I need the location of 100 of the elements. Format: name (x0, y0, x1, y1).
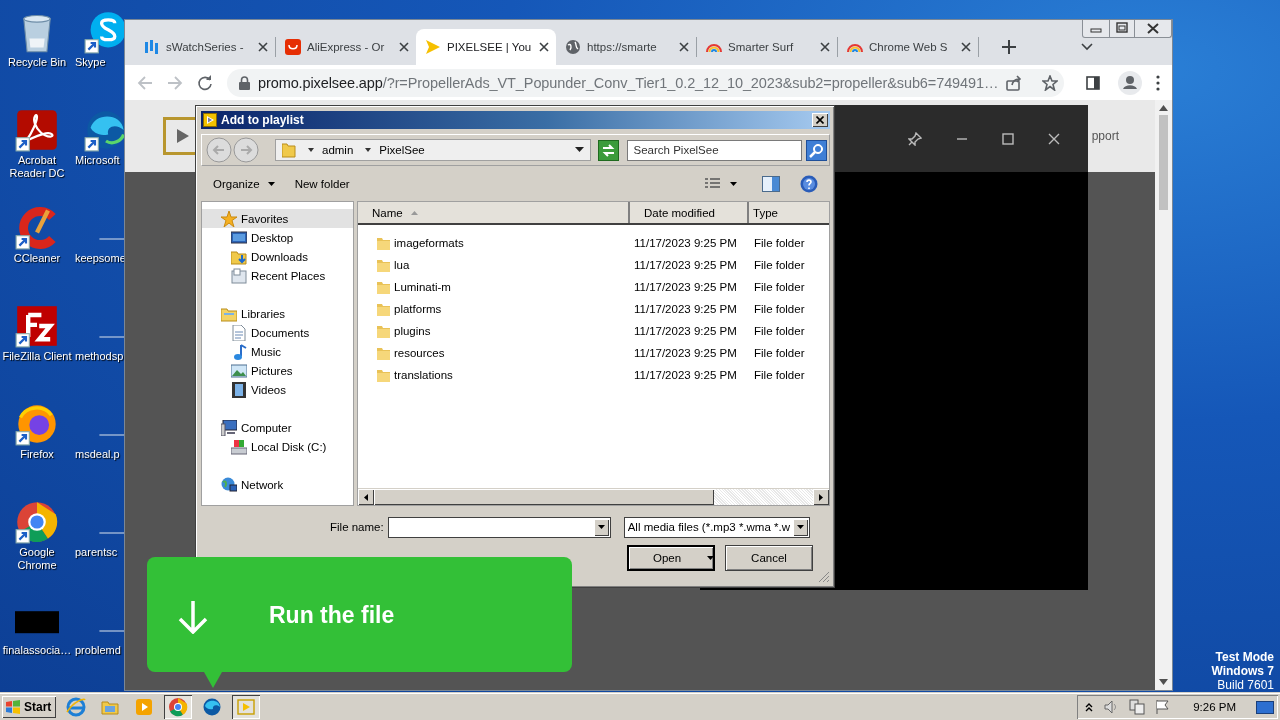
reload-icon[interactable] (197, 74, 213, 91)
clock: 9:26 PM (1193, 700, 1236, 713)
dropdown-arrow-icon[interactable] (597, 525, 605, 529)
table-cell-text: 11/17/2023 9:25 PM (634, 369, 738, 381)
help-icon[interactable] (800, 175, 818, 193)
file-name[interactable]: translations (394, 369, 453, 381)
nav-item[interactable]: Documents (202, 323, 353, 342)
close-icon[interactable] (961, 42, 971, 52)
close-icon[interactable] (820, 42, 830, 52)
dropdown-arrow-icon[interactable] (365, 147, 372, 153)
column-header[interactable]: Date modified (630, 202, 749, 223)
document-app-icon[interactable] (15, 108, 59, 152)
browser-tab[interactable]: sWatchSeries - (135, 29, 275, 65)
chevron-down-icon[interactable] (1081, 43, 1093, 51)
arrow-up-icon[interactable] (1159, 105, 1168, 111)
organize-menu[interactable]: Organize (213, 176, 275, 192)
maximize-icon[interactable] (1002, 132, 1014, 145)
arrow-down-icon (177, 599, 209, 634)
browser-tab[interactable]: Chrome Web S (838, 29, 978, 65)
browser-logo-icon[interactable] (168, 696, 189, 717)
close-icon[interactable] (679, 42, 689, 52)
column-header[interactable]: Name (358, 202, 630, 223)
open-button[interactable]: Open (627, 545, 715, 571)
breadcrumb[interactable]: PixelSee (379, 144, 425, 156)
view-list-icon[interactable] (704, 177, 738, 191)
resize-grip-icon[interactable] (818, 571, 830, 583)
browser-logo-icon[interactable] (15, 500, 59, 544)
icon-label: methodsp (75, 350, 124, 363)
start-button[interactable]: Start (2, 695, 57, 718)
icon-label: Firefox (20, 448, 54, 461)
file-name[interactable]: imageformats (394, 237, 464, 249)
sidebar-icon[interactable] (1086, 75, 1100, 90)
browser-tab[interactable]: PIXELSEE | You (416, 29, 556, 65)
nav-item[interactable]: Recent Places (202, 266, 353, 285)
cancel-button[interactable]: Cancel (725, 545, 813, 571)
nav-link[interactable]: pport (1091, 129, 1119, 143)
file-name[interactable]: platforms (394, 303, 442, 315)
menu-icon[interactable] (1156, 74, 1160, 91)
share-icon[interactable] (1006, 74, 1023, 91)
close-button[interactable] (812, 113, 828, 127)
close-icon[interactable] (258, 42, 268, 52)
file-name[interactable]: resources (394, 347, 445, 359)
close-icon[interactable] (1048, 132, 1060, 145)
scrollbar[interactable] (1155, 100, 1172, 690)
nav-item[interactable]: Pictures (202, 361, 353, 380)
wave-browser-icon[interactable] (84, 108, 126, 152)
close-icon[interactable] (539, 42, 549, 52)
browser-tab[interactable]: AliExpress - Or (276, 29, 416, 65)
breadcrumb[interactable]: admin (322, 144, 354, 156)
refresh-icon[interactable] (597, 139, 619, 161)
system-notice: Windows 7 (1211, 664, 1274, 678)
show-desktop-icon[interactable] (1256, 698, 1274, 715)
browser-tab[interactable]: Smarter Surf (697, 29, 837, 65)
horizontal-scrollbar[interactable] (358, 488, 829, 505)
search-field[interactable]: Search PixelSee (626, 139, 802, 161)
file-name[interactable]: Luminati-m (394, 281, 451, 293)
wave-browser-icon[interactable] (202, 696, 223, 717)
app-logo-icon[interactable] (15, 304, 59, 348)
network-icon[interactable] (1129, 698, 1146, 715)
star-icon[interactable] (1042, 74, 1059, 91)
dropdown-arrow-icon[interactable] (308, 147, 314, 153)
table-cell-text: 11/17/2023 9:25 PM (634, 347, 738, 359)
chevron-up-icon[interactable] (1085, 701, 1094, 712)
preview-pane-icon[interactable] (762, 176, 780, 192)
nav-item[interactable]: Computer (202, 418, 353, 437)
nav-item[interactable]: Network (202, 475, 353, 494)
new-folder-button[interactable]: New folder (294, 176, 350, 192)
file-name-field[interactable] (387, 516, 611, 538)
browser-tab[interactable]: https://smarte (556, 29, 696, 65)
nav-item[interactable]: Favorites (202, 209, 353, 228)
icon-label: Microsoft (75, 154, 120, 167)
nav-item[interactable]: Local Disk (C:) (202, 437, 353, 456)
search-icon[interactable] (806, 139, 827, 161)
profile-icon[interactable] (1118, 70, 1142, 95)
folder-icon (377, 324, 390, 338)
nav-item[interactable]: Downloads (202, 247, 353, 266)
icon-label: parentsc (75, 546, 118, 559)
file-name[interactable]: lua (394, 259, 410, 271)
arrow-down-icon[interactable] (1159, 679, 1168, 685)
globe-app-icon[interactable] (66, 696, 87, 717)
arrow-right-icon[interactable] (819, 493, 823, 501)
address-bar[interactable]: admin PixelSee (275, 139, 591, 161)
dropdown-arrow-icon[interactable] (574, 147, 584, 153)
flag-icon[interactable] (1155, 698, 1172, 715)
chat-app-icon[interactable] (84, 10, 126, 54)
new-tab-icon[interactable] (1001, 39, 1017, 55)
nav-item[interactable]: Desktop (202, 228, 353, 247)
fox-globe-icon[interactable] (15, 402, 59, 446)
nav-item[interactable]: Videos (202, 380, 353, 399)
close-icon[interactable] (399, 42, 409, 52)
arrow-left-icon[interactable] (364, 493, 368, 501)
pin-icon[interactable] (908, 131, 922, 146)
nav-item[interactable]: Libraries (202, 304, 353, 323)
play-icon (425, 39, 441, 55)
file-name[interactable]: plugins (394, 325, 431, 337)
file-type-dropdown[interactable]: All media files (*.mp3 *.wma *.w (623, 516, 810, 538)
column-header[interactable]: Type (749, 202, 829, 223)
picture-icon (231, 362, 247, 379)
scrollbar-thumb[interactable] (1159, 115, 1168, 210)
nav-item[interactable]: Music (202, 342, 353, 361)
